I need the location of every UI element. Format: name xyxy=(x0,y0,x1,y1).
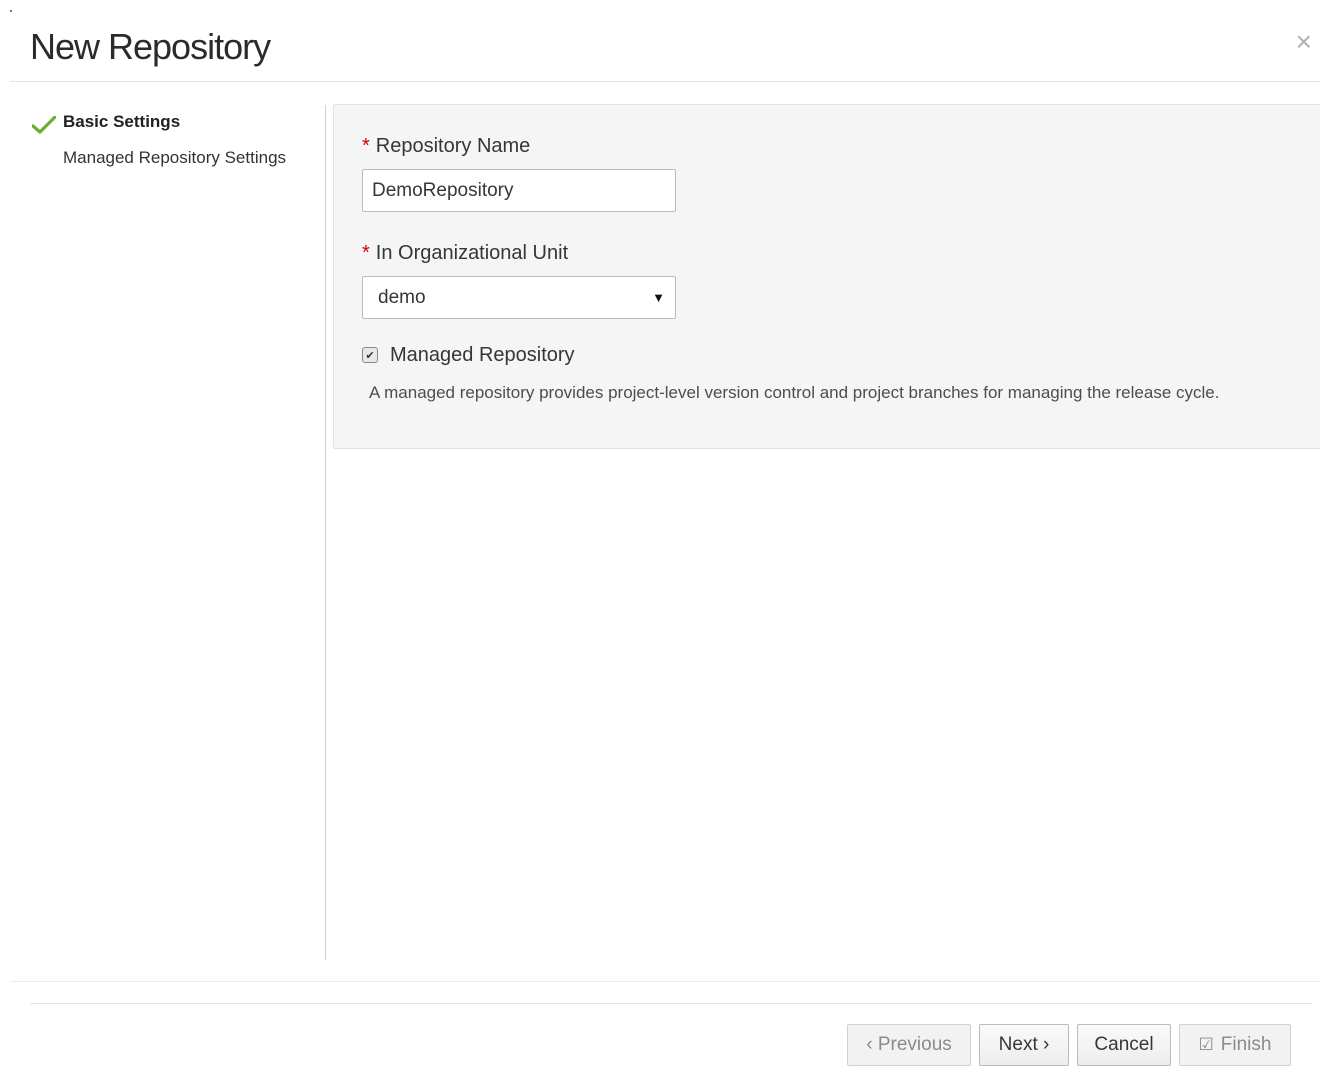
managed-repository-row: ✔ Managed Repository xyxy=(362,343,575,367)
managed-repository-help: A managed repository provides project-le… xyxy=(369,383,1220,402)
org-unit-label: * In Organizational Unit xyxy=(362,242,568,265)
org-unit-selected-value: demo xyxy=(378,287,426,308)
caret-down-icon: ▼ xyxy=(652,290,665,305)
steps-divider xyxy=(325,105,326,960)
required-marker: * xyxy=(362,135,370,157)
finish-button[interactable]: ☑ Finish xyxy=(1179,1024,1291,1066)
modal-header: New Repository × xyxy=(10,0,1320,82)
repository-name-input[interactable] xyxy=(362,169,676,212)
finish-label: Finish xyxy=(1220,1034,1272,1055)
previous-button[interactable]: ‹ Previous xyxy=(847,1024,971,1066)
step-basic-settings[interactable]: Basic Settings xyxy=(30,108,320,144)
managed-repository-label[interactable]: Managed Repository xyxy=(390,344,575,367)
next-button[interactable]: Next › xyxy=(979,1024,1069,1066)
footer-divider xyxy=(30,1003,1312,1004)
managed-repository-checkbox[interactable]: ✔ xyxy=(362,347,378,363)
cancel-button[interactable]: Cancel xyxy=(1077,1024,1171,1066)
step-managed-repository-settings[interactable]: Managed Repository Settings xyxy=(30,144,320,180)
footer-separator xyxy=(10,981,1320,982)
basic-settings-panel: *Repository Name *In Organizational Unit… xyxy=(333,104,1320,449)
step-label: Managed Repository Settings xyxy=(63,148,287,167)
org-unit-label-text: In Organizational Unit xyxy=(375,242,569,264)
repository-name-label: * Repository Name xyxy=(362,135,530,158)
close-icon[interactable]: × xyxy=(1296,28,1312,56)
required-marker: * xyxy=(362,242,370,264)
dialog-title: New Repository xyxy=(30,26,271,67)
repository-name-label-text: Repository Name xyxy=(375,135,531,157)
step-label: Basic Settings xyxy=(63,112,181,131)
wizard-steps: Basic Settings Managed Repository Settin… xyxy=(30,108,320,180)
check-icon xyxy=(32,116,56,134)
org-unit-select[interactable]: demo ▼ xyxy=(362,276,676,319)
checkbox-icon: ☑ xyxy=(1198,1035,1214,1054)
